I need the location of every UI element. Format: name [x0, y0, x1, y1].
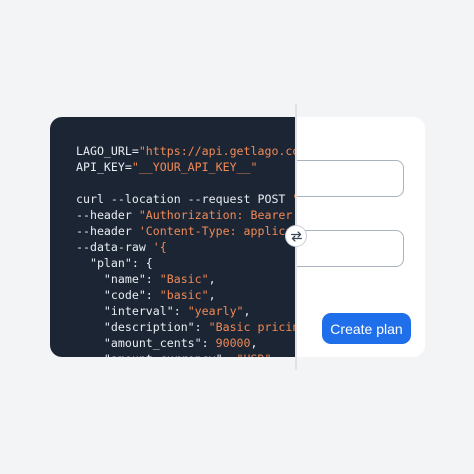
- code-line: "name": "Basic",: [76, 271, 296, 287]
- code-token: ,: [208, 288, 216, 302]
- code-line: --header 'Content-Type: applicat: [76, 223, 296, 239]
- code-string-token: "yearly": [187, 304, 244, 318]
- code-line: "interval": "yearly",: [76, 303, 296, 319]
- code-token: ,: [243, 304, 251, 318]
- code-token: --header: [76, 208, 139, 222]
- code-string-token: "__YOUR_API_KEY__": [131, 160, 258, 174]
- code-token: ,: [250, 336, 258, 350]
- code-line: API_KEY="__YOUR_API_KEY__": [76, 159, 296, 175]
- plan-field-1[interactable]: [296, 160, 404, 197]
- code-line: "description": "Basic pricing: [76, 319, 296, 335]
- code-token: API_KEY=: [76, 160, 132, 174]
- code-string-token: 90000: [215, 336, 251, 350]
- code-token: LAGO_URL=: [76, 144, 139, 158]
- code-string-token: "Authorization: Bearer $: [138, 208, 296, 222]
- swap-handle[interactable]: [285, 225, 307, 247]
- plan-field-2[interactable]: [296, 230, 404, 267]
- code-token: "code":: [76, 288, 160, 302]
- code-string-token: 'Content-Type: applicat: [138, 224, 296, 238]
- code-line: LAGO_URL="https://api.getlago.com: [76, 143, 296, 159]
- code-line: "code": "basic",: [76, 287, 296, 303]
- code-token: --header: [76, 224, 139, 238]
- create-plan-button[interactable]: Create plan: [322, 313, 411, 344]
- code-string-token: "https://api.getlago.com: [138, 144, 296, 158]
- code-line: "plan": {: [76, 255, 296, 271]
- code-token: "description":: [76, 320, 209, 334]
- code-line: --data-raw '{: [76, 239, 296, 255]
- code-string-token: '{: [152, 240, 167, 254]
- code-token: "plan": {: [76, 256, 153, 270]
- split-view: LAGO_URL="https://api.getlago.com API_KEY…: [0, 0, 474, 474]
- code-string-token: "USD": [237, 352, 272, 357]
- swap-arrows-icon: [290, 230, 302, 242]
- code-string-token: "basic": [159, 288, 209, 302]
- code-line: --header "Authorization: Bearer $: [76, 207, 296, 223]
- code-string-token: "Basic pricing: [208, 320, 296, 334]
- code-string-token: "Basic": [159, 272, 209, 286]
- code-token: "amount_cents":: [76, 336, 216, 350]
- code-token: "name":: [76, 272, 160, 286]
- code-block: LAGO_URL="https://api.getlago.com API_KEY…: [76, 143, 296, 357]
- code-line: curl --location --request POST "$: [76, 191, 296, 207]
- code-line: "amount_currency": "USD": [76, 351, 296, 357]
- code-token: "interval":: [76, 304, 188, 318]
- code-token: "amount_currency":: [76, 352, 237, 357]
- code-token: ,: [208, 272, 216, 286]
- ui-panel: Create plan: [296, 117, 425, 357]
- code-token: --data-raw: [76, 240, 153, 254]
- code-panel: LAGO_URL="https://api.getlago.com API_KEY…: [50, 117, 296, 357]
- code-token: curl --location --request POST: [76, 192, 293, 206]
- code-line: "amount_cents": 90000,: [76, 335, 296, 351]
